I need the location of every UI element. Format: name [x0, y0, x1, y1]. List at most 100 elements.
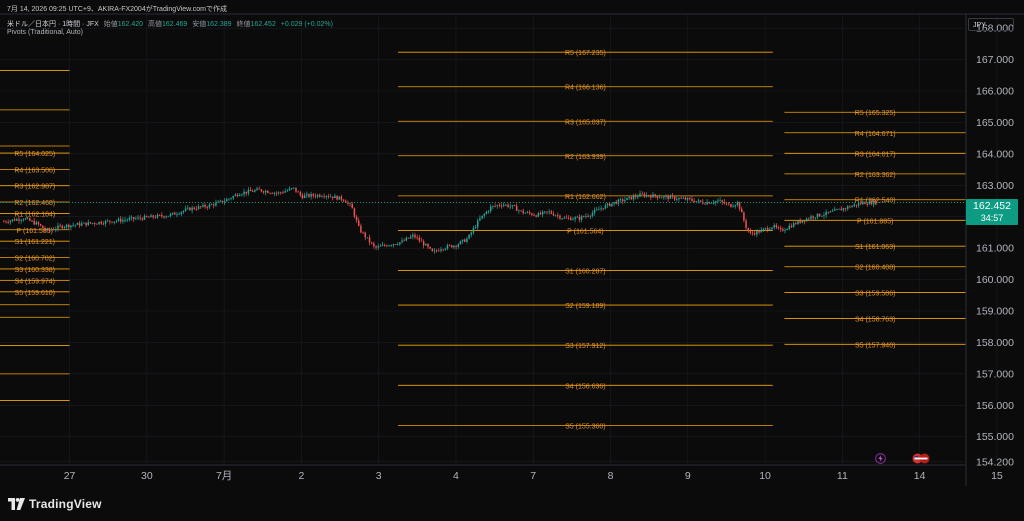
time-tick-label: 11 — [837, 470, 848, 482]
candle-body — [760, 229, 762, 233]
candle-body — [699, 200, 702, 202]
candle-body — [416, 237, 418, 239]
candle-body — [773, 225, 775, 228]
candle-body — [643, 193, 646, 197]
tradingview-logo[interactable]: TradingView — [8, 496, 102, 512]
time-tick-label: 4 — [453, 470, 459, 482]
candle-body — [847, 206, 849, 209]
candle-body — [145, 215, 148, 217]
candle-body — [451, 245, 453, 248]
candle-body — [823, 215, 825, 216]
candle-body — [786, 228, 788, 231]
price-tick-label: 156.000 — [976, 400, 1014, 412]
currency-button[interactable]: JPY — [968, 18, 1014, 31]
candle-body — [247, 189, 250, 194]
candle-body — [167, 215, 170, 217]
candle-body — [165, 216, 167, 218]
candle-body — [838, 208, 840, 210]
candle-body — [552, 213, 555, 216]
candle-body — [641, 193, 643, 195]
candle-body — [156, 214, 159, 218]
candle-body — [732, 206, 734, 208]
candle-body — [825, 211, 827, 216]
candle-body — [254, 190, 256, 192]
candle-body — [619, 199, 622, 201]
candle-body — [682, 197, 685, 199]
pivot-label-r5: R5 (165.325) — [855, 110, 896, 117]
candle-body — [853, 204, 856, 206]
candle-body — [779, 228, 782, 230]
candle-body — [734, 205, 736, 207]
candle-body — [152, 215, 154, 218]
candle-body — [658, 197, 661, 199]
candle-body — [520, 210, 522, 212]
candle-body — [500, 205, 503, 207]
price-chart[interactable]: R5 (164.025) R4 (163.506) R3 (162.987) R2 (… — [0, 0, 1024, 521]
snapshot-caption: 7月 14, 2026 09:25 UTC+9、AKIRA-FX2004がTra… — [7, 6, 228, 13]
candle-body — [122, 219, 124, 222]
candle-body — [48, 228, 51, 230]
candle-body — [572, 219, 574, 221]
candle-body — [792, 223, 795, 228]
candle-body — [457, 244, 460, 247]
candle-body — [851, 205, 853, 208]
indicator-legend[interactable]: Pivots (Traditional, Auto) — [7, 29, 83, 36]
candle-body — [342, 199, 345, 201]
candle-body — [329, 196, 332, 198]
candle-body — [537, 213, 540, 217]
candle-body — [394, 244, 397, 245]
candle-body — [284, 191, 286, 193]
candle-body — [78, 223, 81, 226]
candle-body — [24, 218, 27, 220]
candle-body — [799, 220, 801, 223]
candle-body — [474, 227, 477, 229]
pivot-label-s1: S1 (160.287) — [565, 269, 605, 276]
candle-body — [461, 239, 464, 242]
event-flag-icon[interactable] — [912, 453, 930, 464]
pivot-label-s3: S3 (160.338) — [15, 267, 55, 274]
candle-body — [812, 216, 814, 218]
candle-body — [587, 215, 589, 217]
candle-body — [375, 246, 377, 248]
candle-body — [611, 203, 613, 207]
candle-body — [31, 220, 33, 222]
candle-body — [412, 234, 414, 237]
candle-body — [515, 205, 518, 211]
candle-body — [753, 233, 756, 235]
candle-body — [206, 206, 209, 208]
candle-body — [310, 194, 312, 197]
pivot-label-r4: R4 (166.136) — [565, 85, 606, 92]
candle-body — [827, 211, 830, 213]
close-label: 終値 — [236, 21, 251, 28]
pivot-label-s4: S4 (156.636) — [565, 383, 605, 390]
candle-body — [187, 207, 189, 209]
candle-body — [706, 202, 708, 205]
candle-body — [645, 195, 648, 197]
candle-body — [46, 228, 48, 231]
candle-body — [243, 191, 245, 195]
candle-body — [667, 196, 669, 199]
candle-body — [256, 188, 258, 191]
candle-body — [466, 238, 468, 242]
candle-body — [637, 196, 639, 198]
pivot-label-r4: R4 (163.506) — [14, 167, 55, 174]
candle-body — [821, 215, 823, 217]
candle-body — [399, 242, 401, 245]
candle-body — [481, 215, 483, 219]
candle-body — [174, 212, 176, 215]
lightning-icon[interactable] — [875, 453, 886, 464]
symbol-legend[interactable]: 米ドル／日本円 · 1時間 · JFX 始値162.420 高値162.469 … — [7, 19, 333, 29]
candle-body — [37, 222, 40, 225]
candle-body — [671, 195, 674, 197]
candle-body — [204, 204, 206, 207]
candle-body — [362, 232, 364, 234]
candle-body — [282, 192, 284, 194]
candle-body — [818, 213, 821, 217]
candle-body — [50, 229, 53, 231]
time-tick-label: 7 — [530, 470, 536, 482]
time-tick-label: 14 — [914, 470, 926, 482]
candle-body — [219, 200, 222, 202]
price-axis[interactable]: 168.000167.000166.000165.000164.000163.0… — [976, 23, 1014, 469]
candle-body — [554, 215, 557, 217]
price-tick-label: 163.000 — [976, 180, 1014, 192]
